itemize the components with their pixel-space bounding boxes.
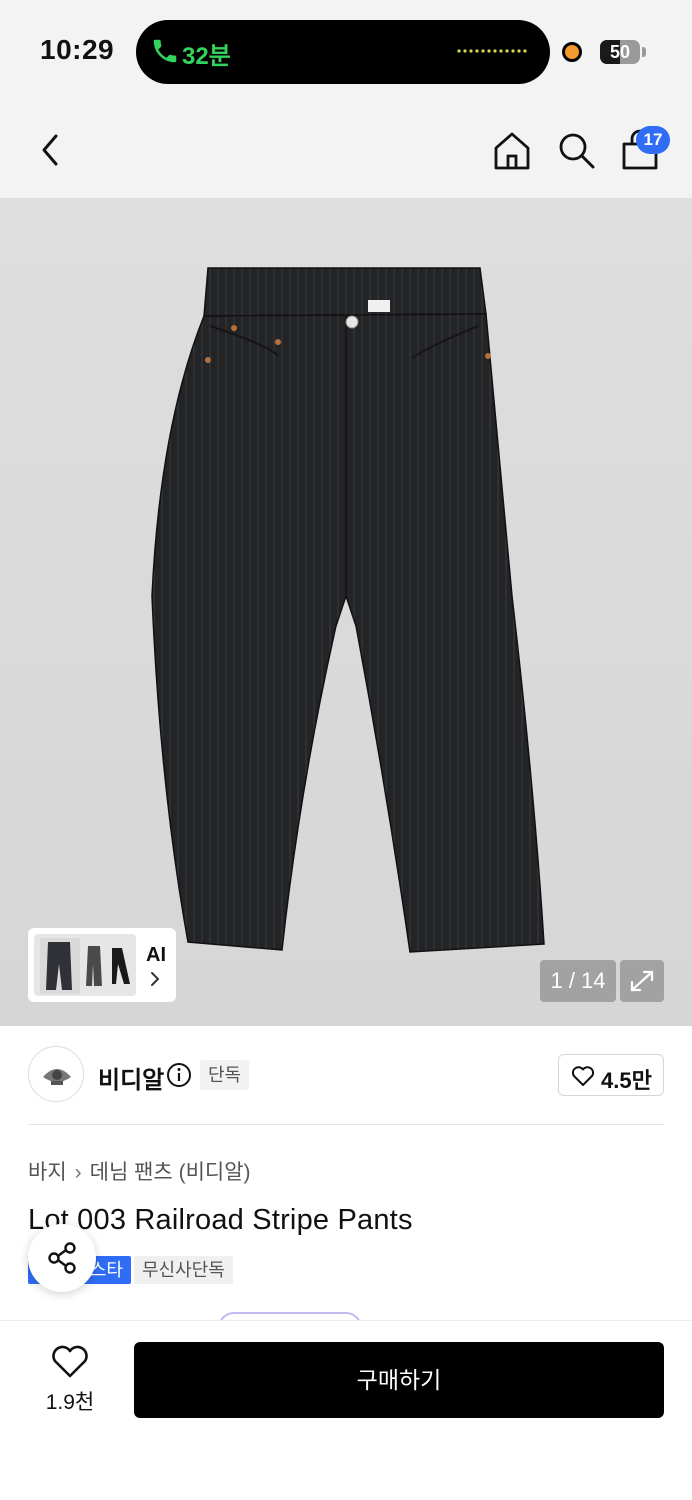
search-icon[interactable] <box>554 128 598 172</box>
section-divider <box>28 1124 664 1125</box>
home-icon[interactable] <box>490 128 534 172</box>
buy-button[interactable]: 구매하기 <box>134 1342 664 1418</box>
brand-emblem-icon <box>43 1069 71 1085</box>
exclusive-tag: 단독 <box>200 1060 250 1090</box>
breadcrumb-subcategory[interactable]: 데님 팬츠 (비디알) <box>90 1161 251 1184</box>
info-icon[interactable] <box>166 1062 192 1088</box>
image-counter: 1 / 14 <box>540 960 616 1002</box>
phone-call-icon <box>153 39 177 63</box>
ai-label: AI <box>146 944 166 966</box>
brand-name[interactable]: 비디알 <box>98 1060 164 1095</box>
recording-indicator-icon <box>562 42 582 62</box>
heart-icon <box>571 1066 595 1086</box>
product-title: Lot 003 Railroad Stripe Pants <box>28 1204 413 1236</box>
status-time: 10:29 <box>40 34 115 65</box>
chevron-right-icon <box>151 972 160 986</box>
cart-count-badge: 17 <box>636 126 670 154</box>
call-duration: 32분 <box>182 43 231 70</box>
brand-like-count: 4.5만 <box>601 1068 652 1093</box>
brand-like-button[interactable]: 4.5만 <box>558 1054 664 1096</box>
brand-logo[interactable] <box>28 1046 84 1102</box>
back-chevron-icon[interactable] <box>30 128 70 172</box>
battery-icon: 50 <box>600 40 640 64</box>
favorite-heart-icon[interactable] <box>50 1344 90 1380</box>
product-photo-pants <box>151 267 545 953</box>
battery-cap <box>642 47 646 57</box>
share-button[interactable] <box>28 1224 96 1292</box>
breadcrumb-category[interactable]: 바지 <box>28 1161 67 1184</box>
share-icon <box>48 1242 76 1274</box>
expand-icon[interactable] <box>620 960 664 1002</box>
favorite-count: 1.9천 <box>45 1391 95 1414</box>
musinsa-exclusive-tag: 무신사단독 <box>134 1256 233 1284</box>
breadcrumb: 바지 › 데님 팬츠 (비디알) <box>28 1156 251 1186</box>
breadcrumb-separator-icon: › <box>74 1161 82 1184</box>
audio-wave-icon <box>457 49 527 53</box>
ai-thumbnail-images <box>34 934 136 996</box>
battery-level: 50 <box>609 42 631 62</box>
